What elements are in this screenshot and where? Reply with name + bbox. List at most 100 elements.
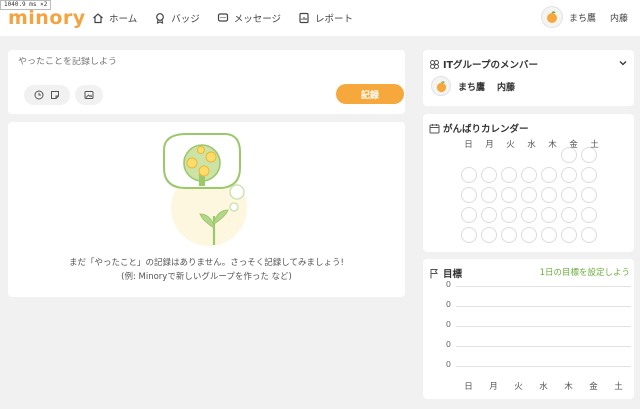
message-icon xyxy=(217,13,228,22)
calendar-day-cell xyxy=(541,187,557,203)
post-tool-group xyxy=(24,85,70,105)
calendar-day-cell xyxy=(521,187,537,203)
user-name: まち鷹 xyxy=(568,13,596,24)
goal-x-axis: 日 月 火 水 木 金 土 xyxy=(456,380,631,392)
chevron-down-icon[interactable] xyxy=(618,58,628,68)
goal-day-tue: 火 xyxy=(514,382,523,392)
calendar-day-cell xyxy=(561,187,577,203)
calendar-day-cell xyxy=(481,207,497,223)
goal-y-label: 0 xyxy=(445,320,451,329)
calendar-day-cell xyxy=(521,167,537,183)
calendar-day-cell xyxy=(481,167,497,183)
nav-badge-label: バッジ xyxy=(171,14,200,25)
member-item[interactable]: まち鷹 内藤 xyxy=(431,76,515,96)
goal-y-label: 0 xyxy=(445,300,451,309)
calendar-day-cell xyxy=(501,227,517,243)
calendar-day-cell xyxy=(581,207,597,223)
image-icon[interactable] xyxy=(84,90,94,100)
top-bar: minory ホーム バッジ メッセージ レポート まち鷹 内藤 xyxy=(0,0,640,36)
goal-day-thu: 木 xyxy=(564,382,573,392)
goal-y-label: 0 xyxy=(445,340,451,349)
goal-day-sun: 日 xyxy=(464,382,473,392)
sticky-note-icon[interactable] xyxy=(50,90,60,100)
calendar-title-label: がんばりカレンダー xyxy=(443,124,529,135)
group-icon xyxy=(430,59,439,69)
calendar-day-cell xyxy=(481,227,497,243)
user-org: 内藤 xyxy=(609,13,628,24)
goal-grid-line xyxy=(456,286,631,287)
calendar-day-cell xyxy=(581,147,597,163)
calendar-day-cell xyxy=(461,187,477,203)
calendar-day-cell xyxy=(581,167,597,183)
calendar-day-cell xyxy=(561,167,577,183)
post-input[interactable] xyxy=(18,57,388,67)
flag-icon xyxy=(430,268,438,278)
calendar-day-cell xyxy=(501,167,517,183)
fps-meter: 1040.9 ms ×2 xyxy=(0,0,52,10)
orange-avatar-icon xyxy=(540,6,563,28)
calendar-day-cell xyxy=(541,227,557,243)
calendar-day-cell xyxy=(461,167,477,183)
nav-report-label: レポート xyxy=(315,14,354,25)
member-name: まち鷹 xyxy=(458,82,486,93)
goal-day-mon: 月 xyxy=(489,382,498,392)
orange-avatar-icon xyxy=(431,76,451,96)
goal-day-wed: 水 xyxy=(539,382,548,392)
members-title-label: ITグループのメンバー xyxy=(443,60,538,71)
post-image-tool xyxy=(75,85,103,105)
goal-y-label: 0 xyxy=(445,360,451,369)
calendar-grid xyxy=(459,147,609,243)
goal-grid-line xyxy=(456,346,631,347)
activity-feed-empty: まだ「やったこと」の記録はありません。さっそく記録してみましょう! (例: Mi… xyxy=(8,122,405,297)
nav-message[interactable]: メッセージ xyxy=(217,11,281,25)
calendar-title: がんばりカレンダー xyxy=(429,121,529,135)
goal-y-label: 0 xyxy=(445,280,451,289)
calendar-day-cell xyxy=(581,187,597,203)
calendar-day-cell xyxy=(541,167,557,183)
effort-calendar: がんばりカレンダー 日 月 火 水 木 金 土 xyxy=(423,114,634,252)
goal-grid-line xyxy=(456,366,631,367)
goal-day-fri: 金 xyxy=(589,382,598,392)
nav-message-label: メッセージ xyxy=(233,14,282,25)
set-goal-link[interactable]: 1日の目標を設定しよう xyxy=(540,266,630,278)
calendar-day-cell xyxy=(501,207,517,223)
calendar-day-cell xyxy=(521,227,537,243)
record-button[interactable]: 記録 xyxy=(336,84,404,104)
calendar-icon xyxy=(429,123,440,133)
home-icon xyxy=(93,13,103,24)
calendar-day-cell xyxy=(561,227,577,243)
goal-grid-line xyxy=(456,326,631,327)
main-nav: ホーム バッジ メッセージ レポート xyxy=(92,0,370,36)
goal-panel: 目標 1日の目標を設定しよう 0 0 0 0 0 日 月 火 水 木 金 土 xyxy=(423,259,634,399)
calendar-day-cell xyxy=(561,207,577,223)
calendar-day-cell xyxy=(561,147,577,163)
empty-message-line2: (例: Minoryで新しいグループを作った など) xyxy=(121,272,292,282)
tree-bubble-illustration xyxy=(163,133,247,246)
goal-title: 目標 xyxy=(429,266,462,280)
calendar-day-cell xyxy=(501,187,517,203)
goal-day-sat: 土 xyxy=(614,382,623,392)
member-org: 内藤 xyxy=(497,82,516,93)
user-menu[interactable]: まち鷹 内藤 xyxy=(540,6,632,28)
clock-icon[interactable] xyxy=(34,90,44,100)
goal-grid-line xyxy=(456,306,631,307)
nav-home-label: ホーム xyxy=(109,14,138,25)
members-title[interactable]: ITグループのメンバー xyxy=(429,57,538,71)
calendar-day-cell xyxy=(461,207,477,223)
calendar-day-cell xyxy=(461,227,477,243)
calendar-day-cell xyxy=(581,227,597,243)
report-icon xyxy=(299,12,309,24)
app-logo[interactable]: minory xyxy=(8,7,86,29)
members-panel: ITグループのメンバー まち鷹 内藤 xyxy=(423,50,634,106)
badge-icon xyxy=(156,13,165,24)
empty-message-line1: まだ「やったこと」の記録はありません。さっそく記録してみましょう! xyxy=(69,258,344,268)
post-composer: 記録 xyxy=(8,50,405,114)
goal-title-label: 目標 xyxy=(443,269,463,280)
empty-message: まだ「やったこと」の記録はありません。さっそく記録してみましょう! (例: Mi… xyxy=(8,256,405,284)
calendar-day-cell xyxy=(541,207,557,223)
calendar-day-cell xyxy=(521,207,537,223)
nav-badge[interactable]: バッジ xyxy=(154,11,200,25)
nav-report[interactable]: レポート xyxy=(298,11,353,25)
calendar-day-cell xyxy=(481,187,497,203)
nav-home[interactable]: ホーム xyxy=(92,11,137,25)
